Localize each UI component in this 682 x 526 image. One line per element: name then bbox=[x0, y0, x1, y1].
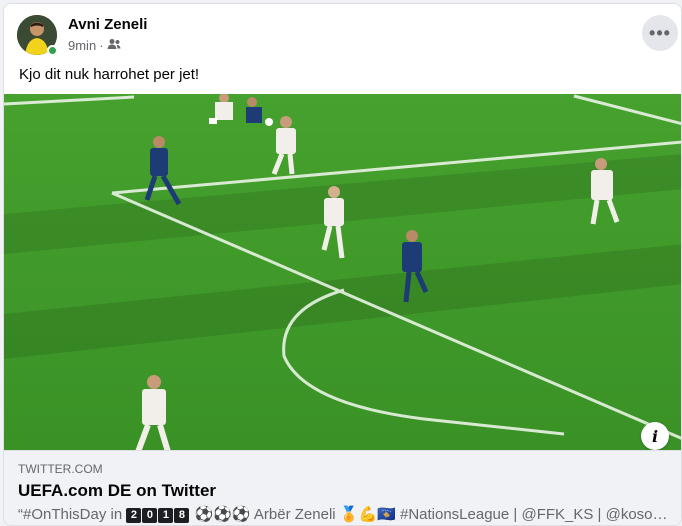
post-time[interactable]: 9min bbox=[68, 38, 96, 53]
year-digit: 8 bbox=[174, 508, 190, 523]
more-horizontal-icon: ••• bbox=[649, 22, 671, 43]
link-domain: TWITTER.COM bbox=[18, 462, 103, 476]
link-desc-prefix: “#OnThisDay in bbox=[18, 506, 123, 523]
year-digit: 2 bbox=[126, 508, 142, 523]
post-text: Kjo dit nuk harrohet per jet! bbox=[19, 66, 200, 83]
link-description: “#OnThisDay in 2018 ⚽⚽⚽ Arbër Zeneli 🏅💪🇽… bbox=[18, 505, 668, 523]
link-desc-rest: ⚽⚽⚽ Arbër Zeneli 🏅💪🇽🇰 #NationsLeague | @… bbox=[190, 506, 668, 523]
link-preview[interactable]: TWITTER.COM UEFA.com DE on Twitter “#OnT… bbox=[4, 450, 681, 525]
link-title[interactable]: UEFA.com DE on Twitter bbox=[18, 481, 216, 501]
info-icon[interactable]: i bbox=[641, 422, 669, 450]
post-media-image[interactable]: i bbox=[4, 94, 681, 450]
meta-separator: · bbox=[99, 38, 104, 53]
author-name[interactable]: Avni Zeneli bbox=[68, 16, 147, 33]
post-card: Avni Zeneli 9min · ••• Kjo dit nuk harro… bbox=[3, 3, 682, 526]
friends-icon bbox=[107, 38, 121, 53]
year-digit: 0 bbox=[142, 508, 158, 523]
post-meta: 9min · bbox=[68, 38, 121, 53]
online-status-dot bbox=[47, 45, 58, 56]
post-header: Avni Zeneli 9min · ••• bbox=[17, 15, 678, 59]
more-options-button[interactable]: ••• bbox=[642, 15, 678, 51]
year-digit: 1 bbox=[158, 508, 174, 523]
